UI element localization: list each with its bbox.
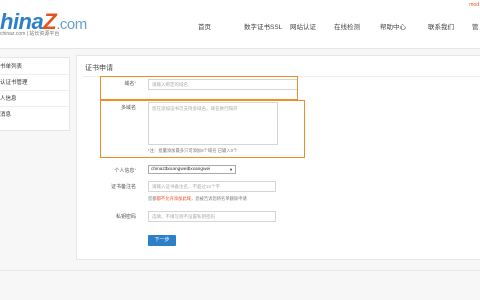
cert-note-input[interactable]: 请输入证书备注名，不超过10个字 [148,181,276,192]
sidebar-item-label: 认证书管理 [0,80,28,86]
hint-prefix: 您都 [148,196,157,201]
nav-item-home[interactable]: 首页 [198,21,211,31]
personal-info-label-text: 个人信息 [114,168,135,174]
footer-divider [0,270,480,271]
chevron-down-icon: ▼ [229,167,233,172]
hint-suffix: ，您被告诉您将名单删除申请 [190,196,247,201]
private-key-input[interactable]: 选填，不填写则不设置私钥密码 [148,211,276,222]
sidebar-item-messages[interactable]: 消息 [0,107,69,123]
cert-note-label: 证书备注名 [110,184,136,190]
cert-note-hint: 您都都不允许添加此域，您被告诉您将名单删除申请 [148,196,247,202]
nav-item-ssl[interactable]: 数字证书SSL [244,21,282,31]
sidebar-item-label: 人信息 [0,96,17,102]
nav-item-contact[interactable]: 联系我们 [428,21,454,31]
personal-info-label: 个人信息* [76,167,136,174]
hint-warning: 都不允许添加此域 [156,196,191,201]
sidebar: 书单列表 认证书管理 人信息 消息 [0,57,70,131]
sidebar-item-label: 消息 [0,112,12,118]
site-header: hinaZ.com chinaz.com | 站长资源平台 mod 首页 数字证… [0,0,480,49]
nav-item-more[interactable]: 管 [472,21,479,31]
highlight-box-domain [100,76,298,100]
personal-info-select[interactable]: chinaz$xxangwei$xxangwei ▼ [148,165,236,174]
sidebar-item-label: 书单列表 [0,64,23,70]
next-step-button[interactable]: 下一步 [148,235,176,246]
private-key-label: 私钥密码 [115,214,136,220]
logo-subtitle: chinaz.com | 站长资源平台 [0,31,60,37]
nav-item-site-auth[interactable]: 网站认证 [290,21,316,31]
sidebar-item-profile[interactable]: 人信息 [0,91,69,107]
page-title: 证书申请 [85,65,113,72]
highlight-box-multi-domain [100,100,305,158]
nav-item-help[interactable]: 帮助中心 [380,21,406,31]
nav-item-online-check[interactable]: 在线检测 [334,21,360,31]
sidebar-item-orders[interactable]: 书单列表 [0,59,69,75]
top-right-link[interactable]: mod [469,2,479,8]
sidebar-item-cert-manage[interactable]: 认证书管理 [0,75,69,91]
personal-info-value: chinaz$xxangwei$xxangwei [151,167,211,172]
main-nav: 首页 数字证书SSL 网站认证 在线检测 帮助中心 联系我们 管 [0,21,480,31]
required-mark: * [134,167,136,172]
